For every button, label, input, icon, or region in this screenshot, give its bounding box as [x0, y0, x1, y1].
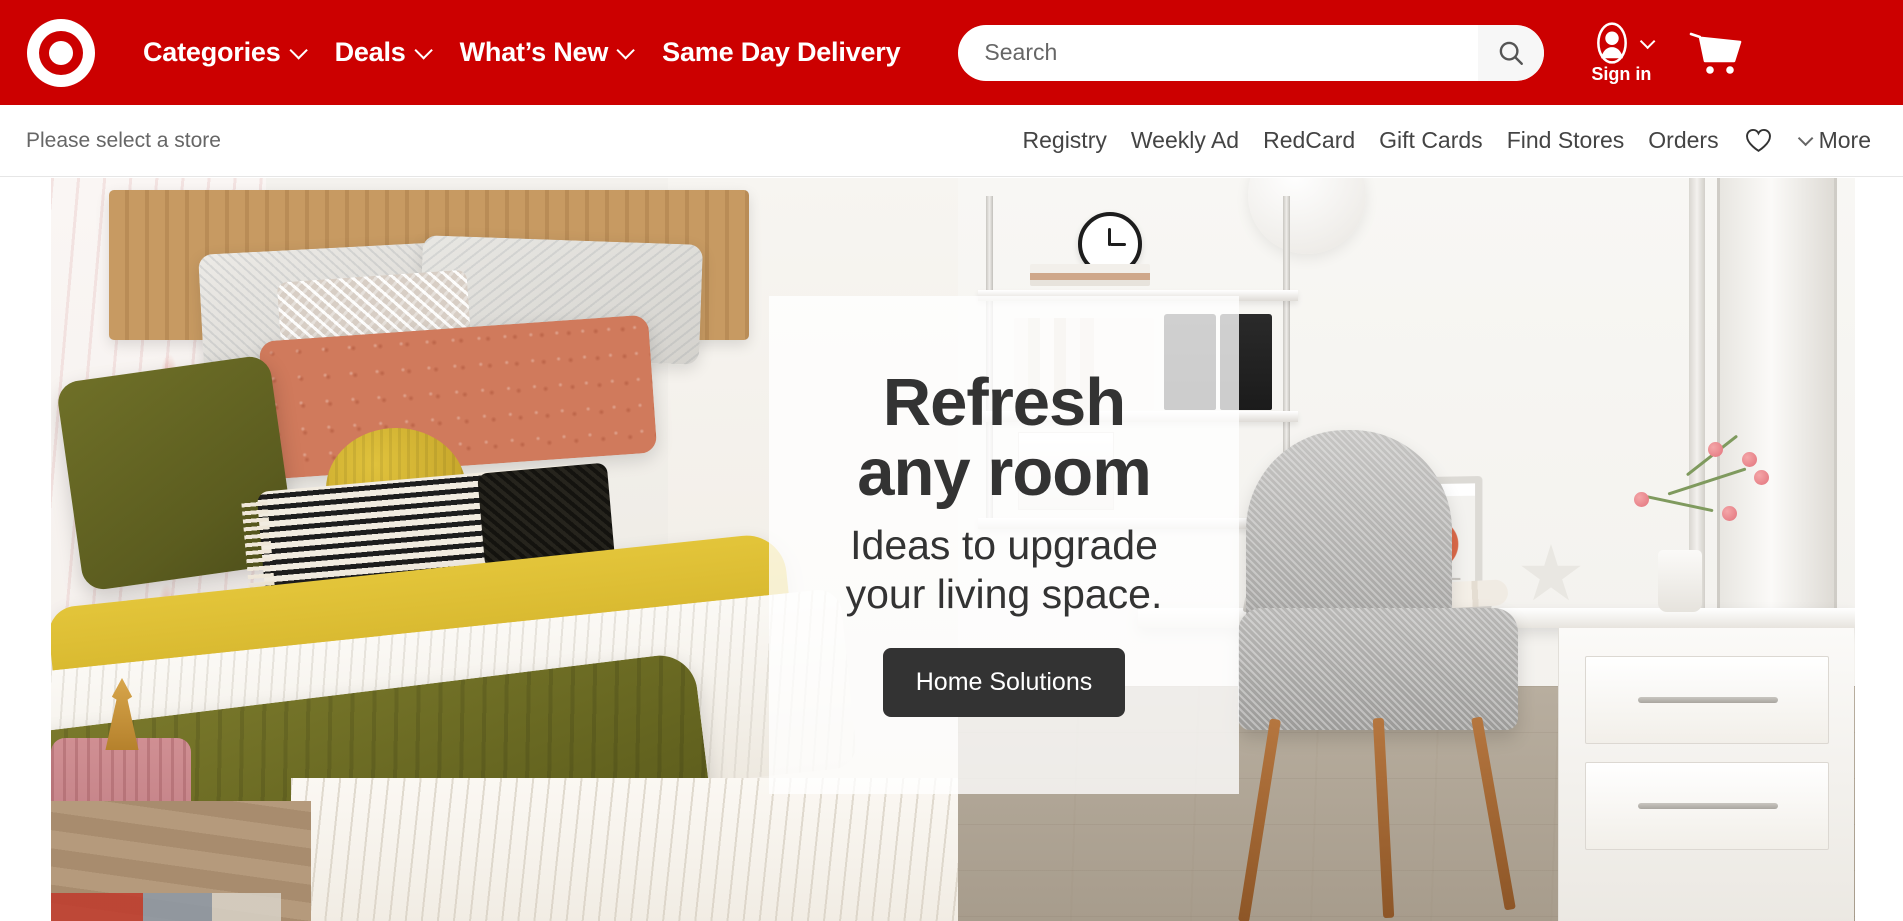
subnav-item-weekly-ad[interactable]: Weekly Ad [1119, 127, 1251, 154]
account-icon-row [1591, 22, 1656, 64]
desk-drawer [1585, 656, 1829, 744]
nav-item-categories[interactable]: Categories [127, 37, 319, 68]
favorites-button[interactable] [1731, 128, 1786, 153]
chevron-down-icon [414, 41, 433, 60]
nav-item-whats-new[interactable]: What’s New [444, 37, 647, 68]
hero-overlay-card: Refresh any room Ideas to upgrade your l… [769, 296, 1239, 794]
subnav-item-gift-cards[interactable]: Gift Cards [1367, 127, 1495, 154]
heart-icon [1745, 128, 1771, 152]
user-account-icon [1597, 22, 1628, 64]
nav-label: What’s New [459, 37, 609, 67]
utility-links: Registry Weekly Ad RedCard Gift Cards Fi… [1011, 127, 1878, 154]
shopping-cart-icon [1690, 32, 1742, 74]
area-rug [51, 893, 281, 921]
search-bar [958, 24, 1545, 81]
blossom [1754, 470, 1769, 485]
desk-drawer [1585, 762, 1829, 850]
logo-center-dot [49, 40, 73, 65]
search-icon [1500, 41, 1524, 65]
utility-navigation: Please select a store Registry Weekly Ad… [0, 105, 1903, 177]
subnav-item-orders[interactable]: Orders [1636, 127, 1730, 154]
white-bed-skirt [291, 778, 958, 921]
cart-button[interactable] [1688, 28, 1742, 78]
nav-item-same-day-delivery[interactable]: Same Day Delivery [646, 37, 916, 68]
chevron-down-icon [616, 41, 635, 60]
blossom [1634, 492, 1649, 507]
chevron-down-icon [288, 41, 308, 60]
more-menu-button[interactable]: More [1786, 127, 1877, 154]
main-navigation: Categories Deals What’s New Same Day Del… [127, 37, 916, 68]
chevron-down-icon [1797, 130, 1813, 147]
nav-label: Categories [143, 37, 281, 67]
flowering-branch [1604, 434, 1774, 558]
more-label: More [1818, 127, 1871, 153]
account-menu[interactable]: Sign in [1578, 22, 1664, 83]
target-bullseye-icon[interactable] [27, 18, 95, 87]
nav-label: Same Day Delivery [662, 37, 901, 67]
nav-label: Deals [334, 37, 406, 67]
office-chair-seat [1238, 608, 1518, 730]
blossom [1708, 442, 1723, 457]
hero-headline: Refresh any room [857, 365, 1152, 510]
blossom [1722, 506, 1737, 521]
nav-item-deals[interactable]: Deals [319, 37, 444, 68]
stem [1644, 494, 1714, 513]
stem [1667, 467, 1747, 496]
terracotta-textured-pillow [258, 314, 658, 480]
hero-banner[interactable]: Refresh any room Ideas to upgrade your l… [51, 178, 1855, 921]
search-button[interactable] [1478, 24, 1545, 81]
desk-drawer-unit [1558, 628, 1854, 921]
subnav-item-redcard[interactable]: RedCard [1251, 127, 1367, 154]
search-input[interactable] [958, 24, 1479, 81]
chevron-down-icon [1640, 33, 1656, 49]
sign-in-label: Sign in [1591, 64, 1652, 84]
home-solutions-button[interactable]: Home Solutions [882, 648, 1126, 718]
site-header: Categories Deals What’s New Same Day Del… [0, 0, 1903, 105]
stacked-books [1030, 264, 1150, 286]
blossom [1742, 452, 1757, 467]
subnav-item-registry[interactable]: Registry [1011, 127, 1119, 154]
flower-vase [1658, 550, 1702, 612]
subnav-item-find-stores[interactable]: Find Stores [1495, 127, 1637, 154]
hero-subheadline: Ideas to upgrade your living space. [845, 522, 1163, 617]
store-selector[interactable]: Please select a store [26, 129, 221, 153]
